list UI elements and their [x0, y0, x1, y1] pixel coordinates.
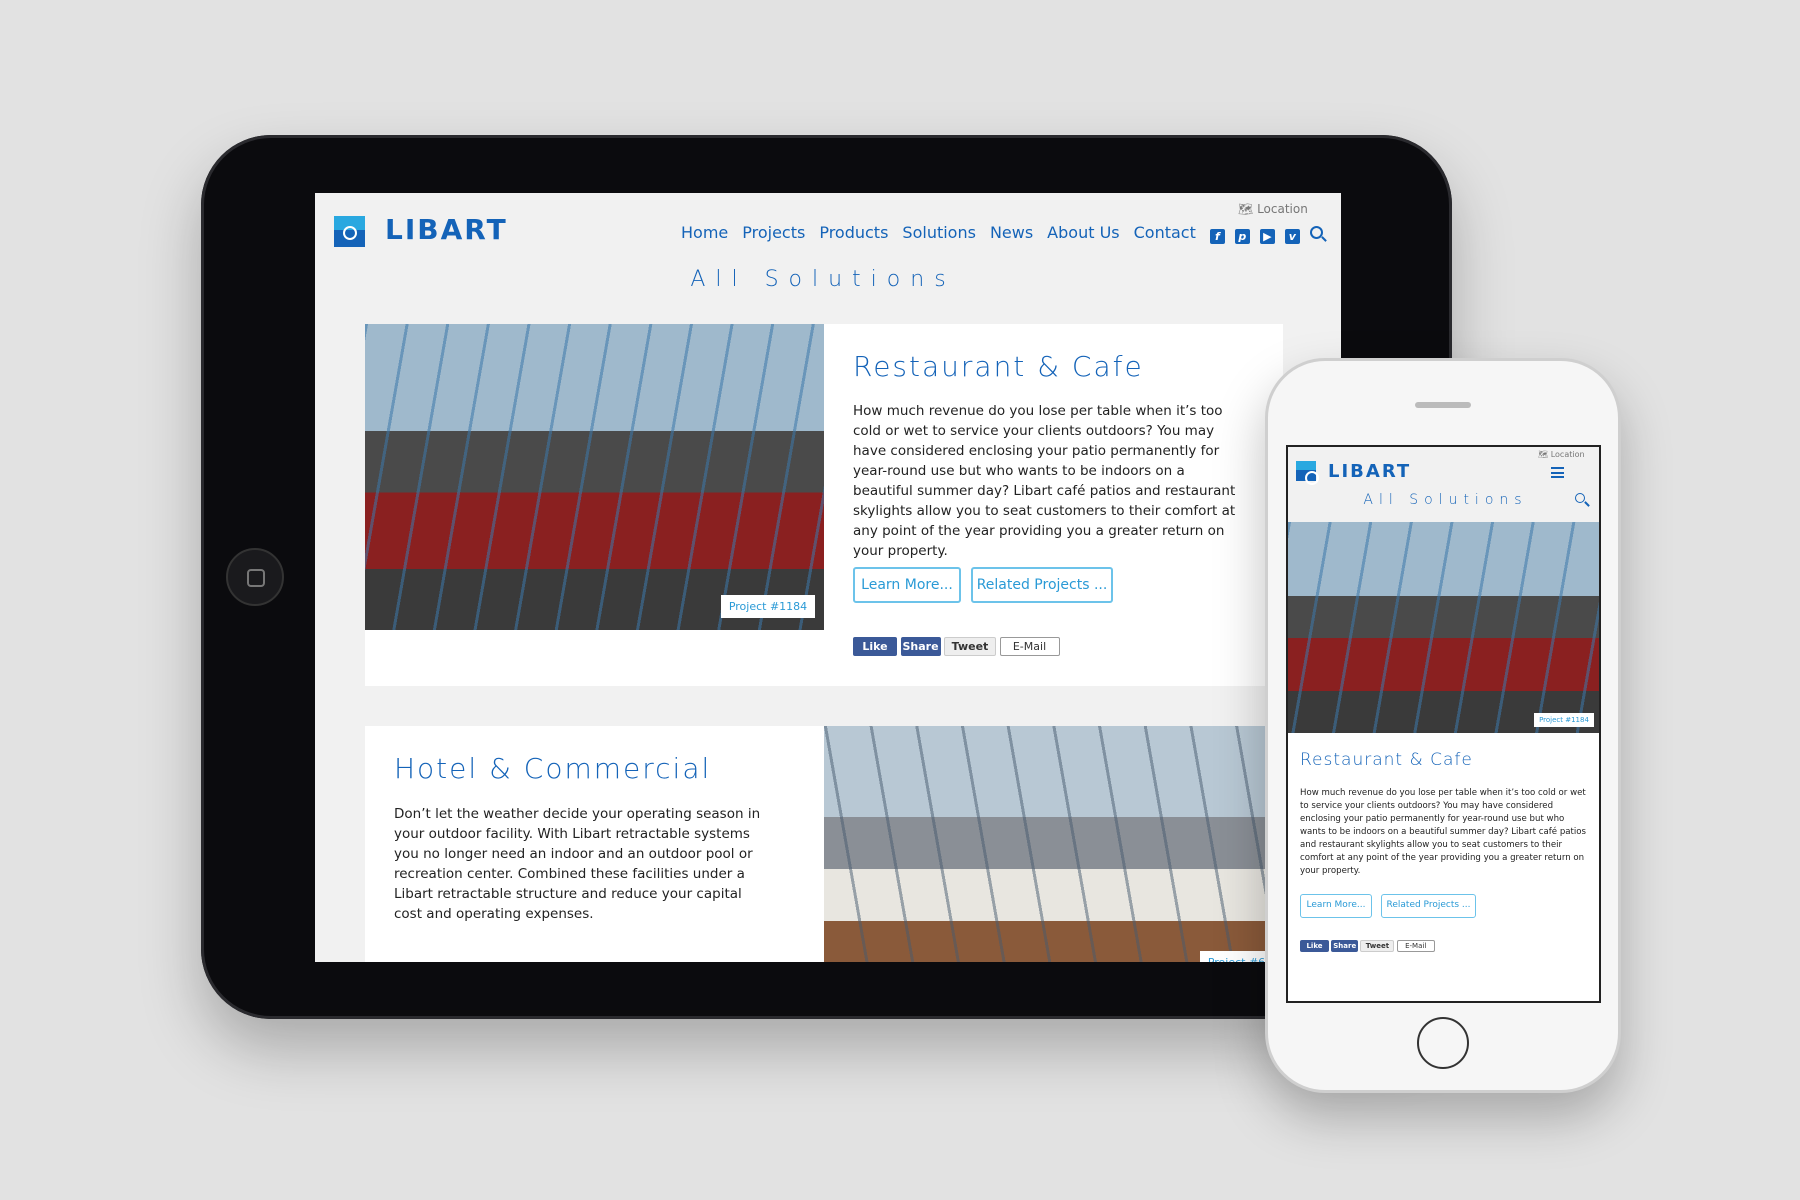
card-title: Hotel & Commercial: [394, 752, 712, 785]
nav-products[interactable]: Products: [819, 223, 888, 242]
share-bar: Like Share Tweet E-Mail: [853, 637, 1060, 656]
card-body: How much revenue do you lose per table w…: [1300, 788, 1587, 876]
phone-speaker: [1415, 402, 1471, 408]
tablet-screen: LIBART 🗺 Location Home Projects Products So…: [315, 193, 1341, 962]
project-tag[interactable]: Project #1184: [721, 595, 815, 618]
tablet-home-button: [226, 548, 284, 606]
nav-home[interactable]: Home: [681, 223, 728, 242]
restaurant-photo[interactable]: [365, 324, 824, 630]
world-map-icon: 🗺: [1238, 202, 1258, 216]
project-tag[interactable]: Project #1184: [1534, 713, 1594, 727]
facebook-like-button[interactable]: Like: [1300, 940, 1329, 952]
main-nav: Home Projects Products Solutions News About U…: [681, 223, 1323, 244]
card-body: Don’t let the weather decide your operat…: [394, 806, 761, 922]
card-title: Restaurant & Cafe: [853, 350, 1144, 383]
libart-logo-icon[interactable]: [1296, 461, 1319, 485]
facebook-icon[interactable]: f: [1209, 229, 1225, 244]
related-projects-button[interactable]: Related Projects ...: [971, 567, 1113, 603]
hotel-photo[interactable]: [824, 726, 1341, 962]
learn-more-button[interactable]: Learn More...: [1300, 894, 1372, 918]
pinterest-icon[interactable]: p: [1234, 229, 1250, 244]
facebook-share-button[interactable]: Share: [1331, 940, 1359, 952]
hamburger-menu-icon[interactable]: [1551, 467, 1564, 478]
email-button[interactable]: E-Mail: [999, 637, 1060, 656]
card-title: Restaurant & Cafe: [1300, 750, 1473, 770]
phone-home-button: [1417, 1017, 1469, 1069]
page-title: All Solutions: [690, 267, 956, 292]
facebook-share-button[interactable]: Share: [900, 637, 941, 656]
learn-more-button[interactable]: Learn More...: [853, 567, 961, 603]
vimeo-icon[interactable]: v: [1284, 229, 1300, 244]
page-title: All Solutions: [1363, 492, 1528, 508]
email-button[interactable]: E-Mail: [1396, 940, 1435, 952]
restaurant-photo[interactable]: [1288, 522, 1599, 733]
nav-news[interactable]: News: [990, 223, 1033, 242]
search-icon[interactable]: [1309, 226, 1323, 239]
youtube-icon[interactable]: ▶: [1259, 229, 1275, 244]
nav-solutions[interactable]: Solutions: [902, 223, 976, 242]
nav-about-us[interactable]: About Us: [1047, 223, 1119, 242]
card-restaurant-cafe: Project #1184 Restaurant & Cafe How much…: [365, 324, 1283, 686]
phone-screen: 🗺 Location LIBART All Solutions Project …: [1286, 445, 1601, 1003]
tweet-button[interactable]: Tweet: [1360, 940, 1395, 952]
location-link[interactable]: 🗺 Location: [1538, 450, 1585, 459]
nav-projects[interactable]: Projects: [742, 223, 805, 242]
related-projects-button[interactable]: Related Projects ...: [1381, 894, 1476, 918]
card-body: How much revenue do you lose per table w…: [853, 403, 1236, 559]
location-link[interactable]: 🗺 Location: [1238, 202, 1308, 216]
brand-name[interactable]: LIBART: [1328, 461, 1411, 482]
libart-logo-icon[interactable]: [334, 216, 365, 247]
card-hotel-commercial: Hotel & Commercial Don’t let the weather…: [365, 726, 1341, 962]
share-bar: Like Share Tweet E-Mail: [1300, 940, 1435, 952]
brand-name[interactable]: LIBART: [385, 213, 508, 246]
world-map-icon: 🗺: [1538, 450, 1551, 459]
tweet-button[interactable]: Tweet: [944, 637, 996, 656]
nav-contact[interactable]: Contact: [1134, 223, 1196, 242]
facebook-like-button[interactable]: Like: [853, 637, 897, 656]
